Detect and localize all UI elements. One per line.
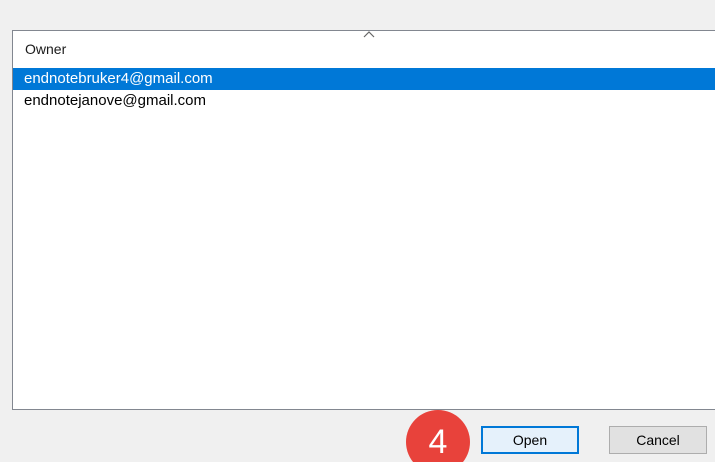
list-rows: endnotebruker4@gmail.com endnotejanove@g… <box>13 68 715 112</box>
cancel-button[interactable]: Cancel <box>609 426 707 454</box>
list-item[interactable]: endnotebruker4@gmail.com <box>13 68 715 90</box>
open-button[interactable]: Open <box>481 426 579 454</box>
list-header: Owner <box>13 31 715 65</box>
owner-list-view[interactable]: Owner endnotebruker4@gmail.com endnoteja… <box>12 30 715 410</box>
column-header-label: Owner <box>25 41 67 57</box>
button-bar: 4 Open Cancel <box>0 410 715 462</box>
chevron-up-icon <box>363 31 375 38</box>
step-number-badge: 4 <box>406 410 470 462</box>
owner-email: endnotejanove@gmail.com <box>24 92 206 109</box>
list-item[interactable]: endnotejanove@gmail.com <box>13 90 715 112</box>
owner-email: endnotebruker4@gmail.com <box>24 70 213 87</box>
dialog-window: Owner endnotebruker4@gmail.com endnoteja… <box>0 0 715 462</box>
column-header-owner[interactable]: Owner <box>13 31 715 65</box>
